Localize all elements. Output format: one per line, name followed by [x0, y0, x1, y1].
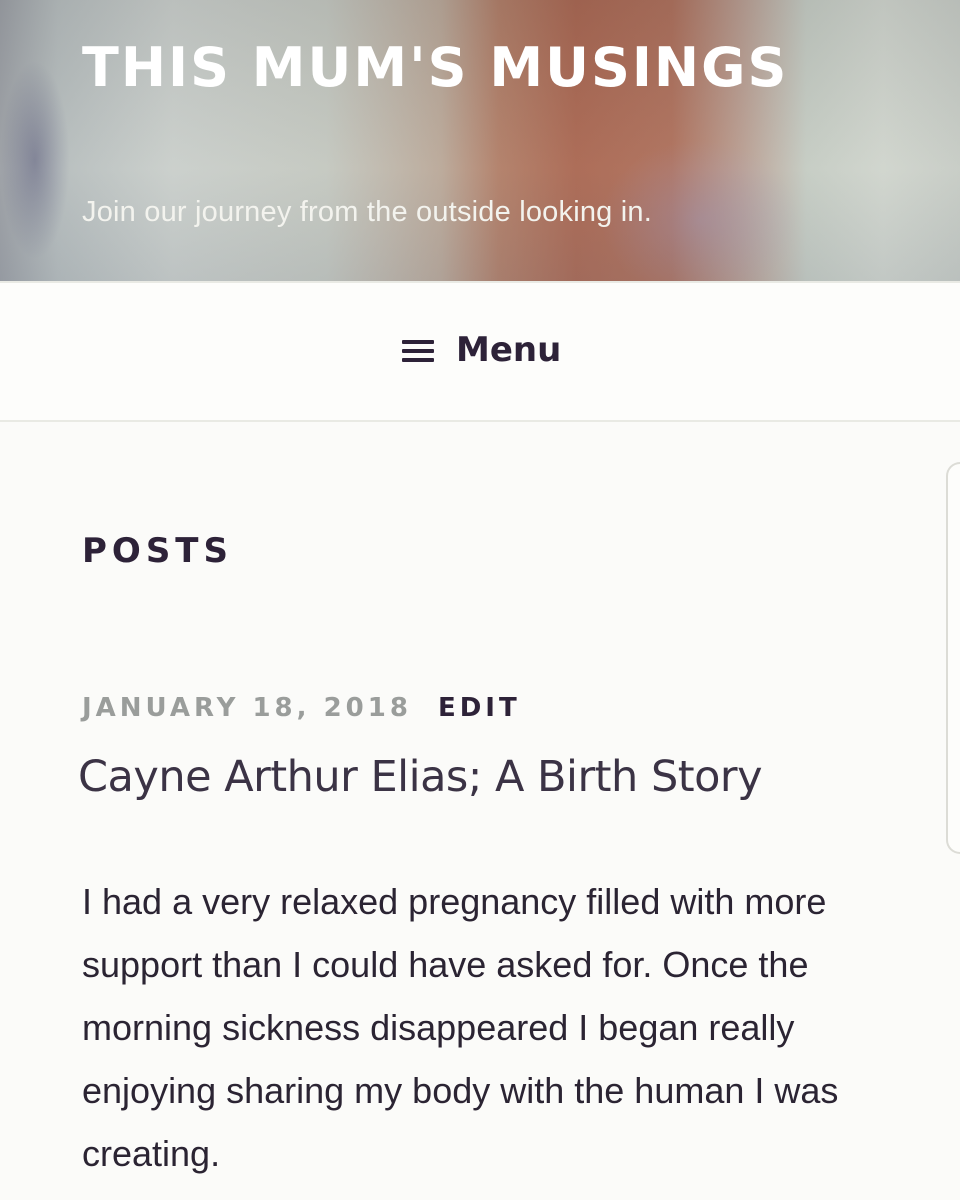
post-meta: JANUARY 18, 2018 EDIT: [82, 690, 521, 726]
scroll-panel-edge[interactable]: [946, 462, 960, 854]
menu-toggle-button[interactable]: Menu: [402, 329, 561, 371]
menu-label: Menu: [456, 330, 562, 370]
site-navigation: Menu: [0, 281, 960, 422]
site-tagline: Join our journey from the outside lookin…: [82, 196, 652, 228]
section-heading: POSTS: [82, 531, 233, 571]
hamburger-icon: [402, 338, 434, 362]
post-edit-link[interactable]: EDIT: [438, 693, 521, 723]
site-header: THIS MUM'S MUSINGS Join our journey from…: [0, 0, 960, 281]
post-date-link[interactable]: JANUARY 18, 2018: [82, 693, 412, 723]
post-title-link[interactable]: Cayne Arthur Elias; A Birth Story: [78, 744, 763, 810]
site-title[interactable]: THIS MUM'S MUSINGS: [82, 30, 842, 106]
post-excerpt: I had a very relaxed pregnancy filled wi…: [82, 881, 839, 1174]
